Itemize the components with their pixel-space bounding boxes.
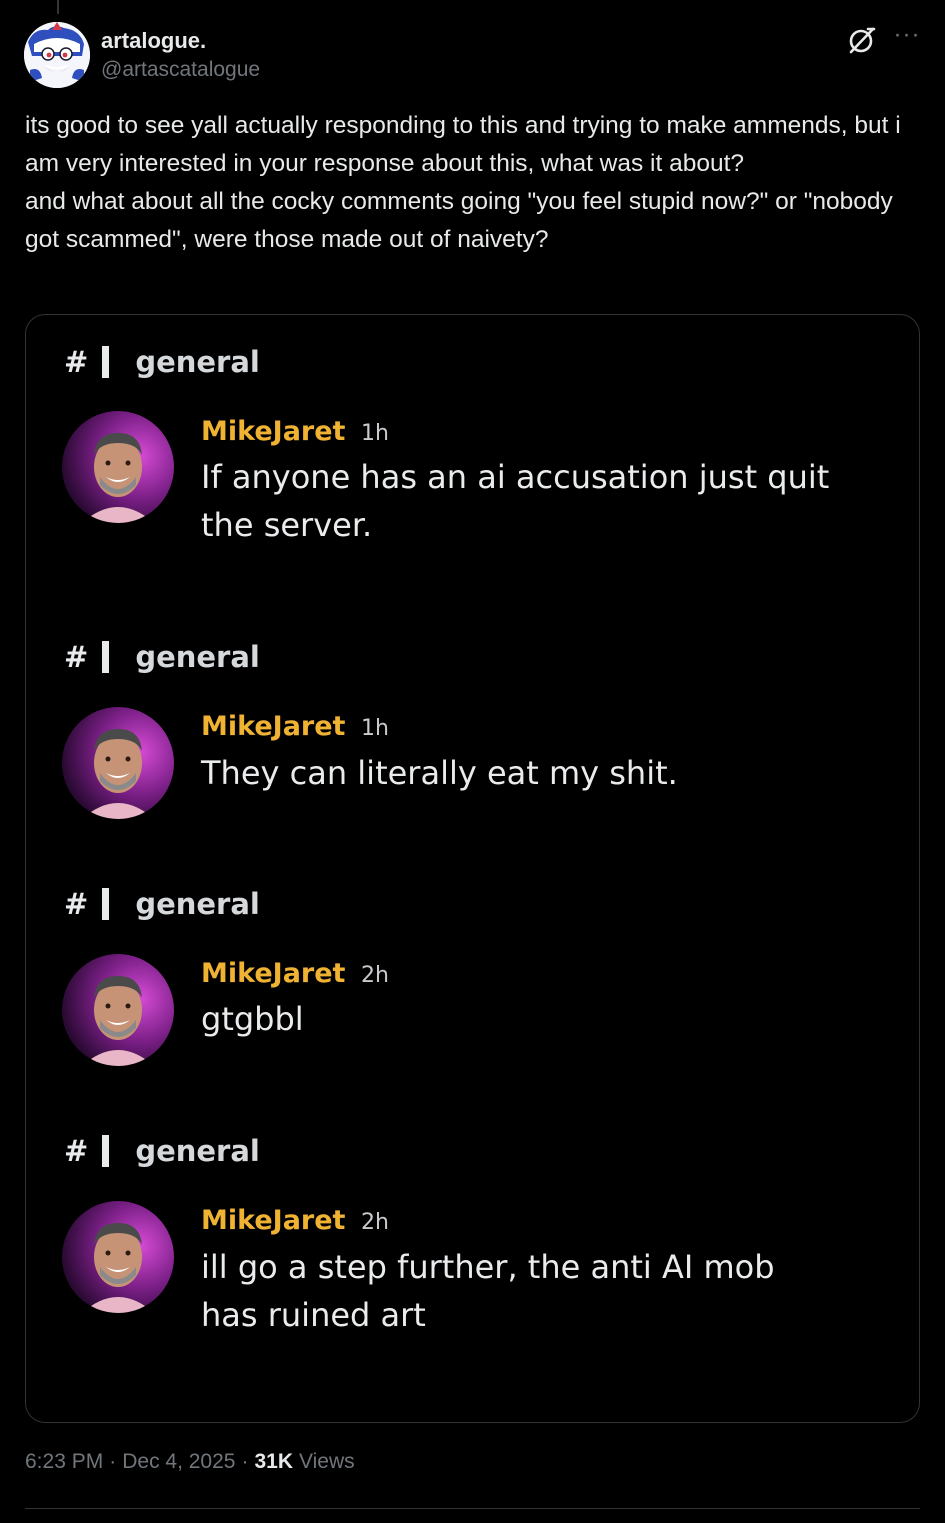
tweet-time[interactable]: 6:23 PM bbox=[25, 1450, 103, 1474]
message-avatar bbox=[62, 1201, 174, 1313]
footer-divider bbox=[25, 1508, 920, 1509]
channel-divider bbox=[102, 641, 110, 673]
channel-header: # general bbox=[64, 345, 260, 379]
views-count: 31K bbox=[254, 1450, 293, 1473]
channel-name: general bbox=[135, 345, 260, 379]
channel-hash-icon: # bbox=[64, 887, 89, 921]
channel-name: general bbox=[135, 640, 260, 674]
message-avatar bbox=[62, 707, 174, 819]
message-text: gtgbbl bbox=[201, 1000, 304, 1038]
channel-header: # general bbox=[64, 640, 260, 674]
author-display-name[interactable]: artalogue. bbox=[101, 28, 206, 54]
meta-separator: · bbox=[109, 1450, 117, 1473]
message-timestamp: 1h bbox=[361, 421, 389, 446]
message-username: MikeJaret bbox=[201, 416, 346, 447]
channel-divider bbox=[102, 888, 110, 920]
tweet-detail: artalogue. @artascatalogue ··· its good … bbox=[0, 0, 945, 1523]
channel-name: general bbox=[135, 887, 260, 921]
tweet-header: artalogue. @artascatalogue ··· bbox=[24, 20, 922, 88]
message-username: MikeJaret bbox=[201, 1205, 346, 1236]
message-timestamp: 1h bbox=[361, 716, 389, 741]
channel-header: # general bbox=[64, 1134, 260, 1168]
message-timestamp: 2h bbox=[361, 963, 389, 988]
tweet-date[interactable]: Dec 4, 2025 bbox=[122, 1450, 235, 1474]
message-username: MikeJaret bbox=[201, 958, 346, 989]
author-avatar[interactable] bbox=[24, 22, 90, 88]
message-text: ill go a step further, the anti AI mob h… bbox=[201, 1248, 775, 1334]
meta-separator: · bbox=[241, 1450, 249, 1473]
views-label: Views bbox=[299, 1450, 355, 1473]
message-username: MikeJaret bbox=[201, 711, 346, 742]
author-handle[interactable]: @artascatalogue bbox=[101, 58, 260, 82]
tweet-paragraph: and what about all the cocky comments go… bbox=[25, 188, 893, 253]
more-options-icon[interactable]: ··· bbox=[892, 20, 922, 50]
channel-divider bbox=[102, 1135, 110, 1167]
channel-divider bbox=[102, 346, 110, 378]
tweet-meta: 6:23 PM · Dec 4, 2025 · 31K Views bbox=[25, 1450, 355, 1474]
message-text: If anyone has an ai accusation just quit… bbox=[201, 458, 830, 544]
tweet-media-image[interactable]: # general MikeJaret 1h If anyone has an … bbox=[25, 314, 920, 1423]
tweet-paragraph: its good to see yall actually responding… bbox=[25, 112, 901, 177]
channel-hash-icon: # bbox=[64, 345, 89, 379]
message-timestamp: 2h bbox=[361, 1210, 389, 1235]
message-text: They can literally eat my shit. bbox=[201, 754, 678, 792]
thread-connector-line bbox=[57, 0, 59, 14]
tweet-body: its good to see yall actually responding… bbox=[25, 107, 920, 259]
grok-icon[interactable] bbox=[846, 24, 878, 56]
channel-name: general bbox=[135, 1134, 260, 1168]
channel-hash-icon: # bbox=[64, 1134, 89, 1168]
message-avatar bbox=[62, 954, 174, 1066]
message-avatar bbox=[62, 411, 174, 523]
channel-hash-icon: # bbox=[64, 640, 89, 674]
channel-header: # general bbox=[64, 887, 260, 921]
